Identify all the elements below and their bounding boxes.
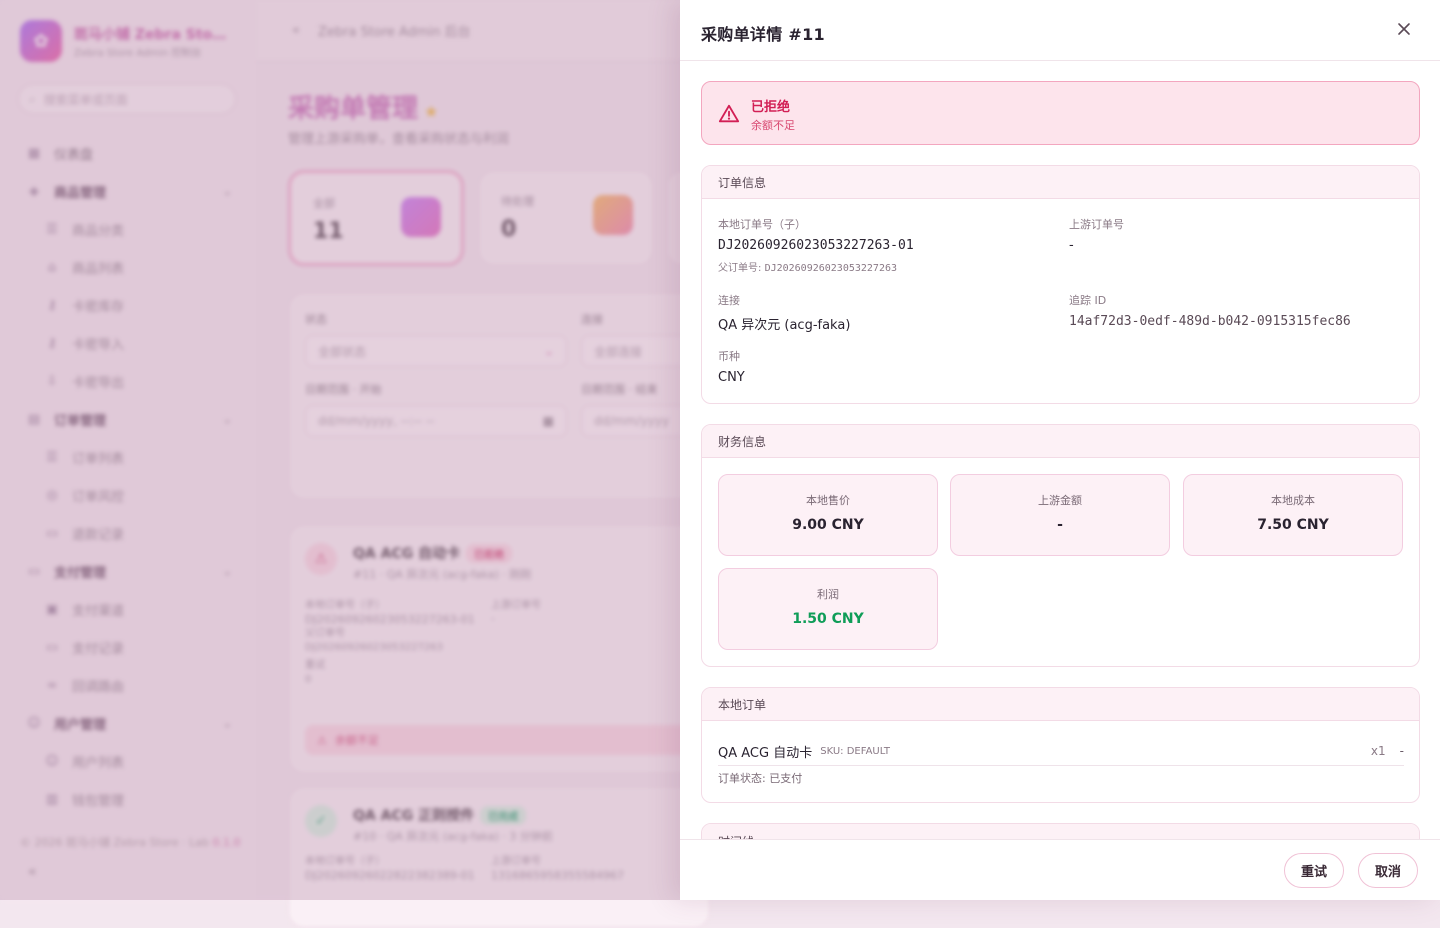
upstream-order-value: - [1069, 238, 1074, 253]
finance-card-local-price: 本地售价 9.00 CNY [718, 474, 938, 556]
drawer-footer: 重试 取消 [680, 839, 1440, 900]
finance-card-local-cost: 本地成本 7.50 CNY [1183, 474, 1403, 556]
currency-value: CNY [718, 370, 745, 385]
finance-label: 利润 [817, 588, 839, 601]
parent-order-label: 父订单号: [718, 263, 762, 274]
local-order-section: 本地订单 QA ACG 自动卡 SKU: DEFAULT x1 - 订单状态: … [701, 687, 1420, 803]
finance-value: 7.50 CNY [1257, 517, 1329, 533]
upstream-order-field: 上游订单号 - [1069, 216, 1124, 253]
finance-value: - [1057, 517, 1063, 533]
divider [718, 765, 1404, 766]
warning-icon [718, 104, 740, 123]
item-sku: SKU: DEFAULT [820, 745, 891, 757]
item-name: QA ACG 自动卡 [718, 745, 813, 761]
local-order-value: DJ20260926023053227263-01 [718, 238, 914, 253]
order-status: 订单状态: 已支付 [718, 772, 803, 785]
close-icon [1398, 23, 1410, 35]
alert-message: 余额不足 [751, 119, 795, 132]
finance-section: 财务信息 本地售价 9.00 CNY 上游金额 - 本地成本 7.50 CNY … [701, 424, 1420, 667]
finance-card-upstream-amount: 上游金额 - [950, 474, 1170, 556]
connection-label: 连接 [718, 294, 740, 307]
purchase-order-detail-drawer: 采购单详情 #11 已拒绝 余额不足 订单信息 本地订单号（子） DJ20260… [680, 0, 1440, 900]
parent-order-value: DJ20260926023053227263 [764, 263, 898, 274]
alert-title: 已拒绝 [751, 100, 791, 115]
finance-card-profit: 利润 1.50 CNY [718, 568, 938, 650]
section-heading: 时间线 [702, 824, 1419, 839]
drawer-header: 采购单详情 #11 [680, 0, 1440, 61]
section-heading: 财务信息 [702, 425, 1419, 458]
trace-id-value: 14af72d3-0edf-489d-b042-0915315fec86 [1069, 314, 1351, 329]
finance-label: 本地售价 [806, 494, 850, 507]
trace-id-field: 追踪 ID 14af72d3-0edf-489d-b042-0915315fec… [1069, 292, 1351, 329]
item-price: - [1399, 744, 1404, 758]
local-order-label: 本地订单号（子） [718, 218, 806, 231]
drawer-body[interactable]: 已拒绝 余额不足 订单信息 本地订单号（子） DJ202609260230532… [680, 61, 1440, 839]
retry-button[interactable]: 重试 [1284, 853, 1345, 888]
upstream-order-label: 上游订单号 [1069, 218, 1124, 231]
item-quantity: x1 [1370, 744, 1386, 758]
local-order-field: 本地订单号（子） DJ20260926023053227263-01 父订单号:… [718, 216, 914, 274]
finance-label: 本地成本 [1271, 494, 1315, 507]
trace-id-label: 追踪 ID [1069, 294, 1107, 307]
timeline-section: 时间线 [701, 823, 1420, 839]
section-heading: 订单信息 [702, 166, 1419, 199]
order-item-row: QA ACG 自动卡 SKU: DEFAULT x1 - [718, 738, 1404, 764]
drawer-title: 采购单详情 #11 [701, 25, 825, 44]
section-heading: 本地订单 [702, 688, 1419, 721]
finance-value: 9.00 CNY [792, 517, 864, 533]
cancel-button[interactable]: 取消 [1358, 853, 1419, 888]
currency-label: 币种 [718, 350, 740, 363]
close-button[interactable] [1392, 18, 1416, 42]
connection-value: QA 异次元 (acg-faka) [718, 318, 851, 333]
finance-label: 上游金额 [1038, 494, 1082, 507]
profit-value: 1.50 CNY [792, 611, 864, 627]
connection-field: 连接 QA 异次元 (acg-faka) [718, 292, 850, 333]
rejected-alert: 已拒绝 余额不足 [701, 81, 1420, 145]
currency-field: 币种 CNY [718, 348, 745, 385]
order-info-section: 订单信息 本地订单号（子） DJ20260926023053227263-01 … [701, 165, 1420, 404]
parent-order: 父订单号: DJ20260926023053227263 [718, 259, 914, 274]
